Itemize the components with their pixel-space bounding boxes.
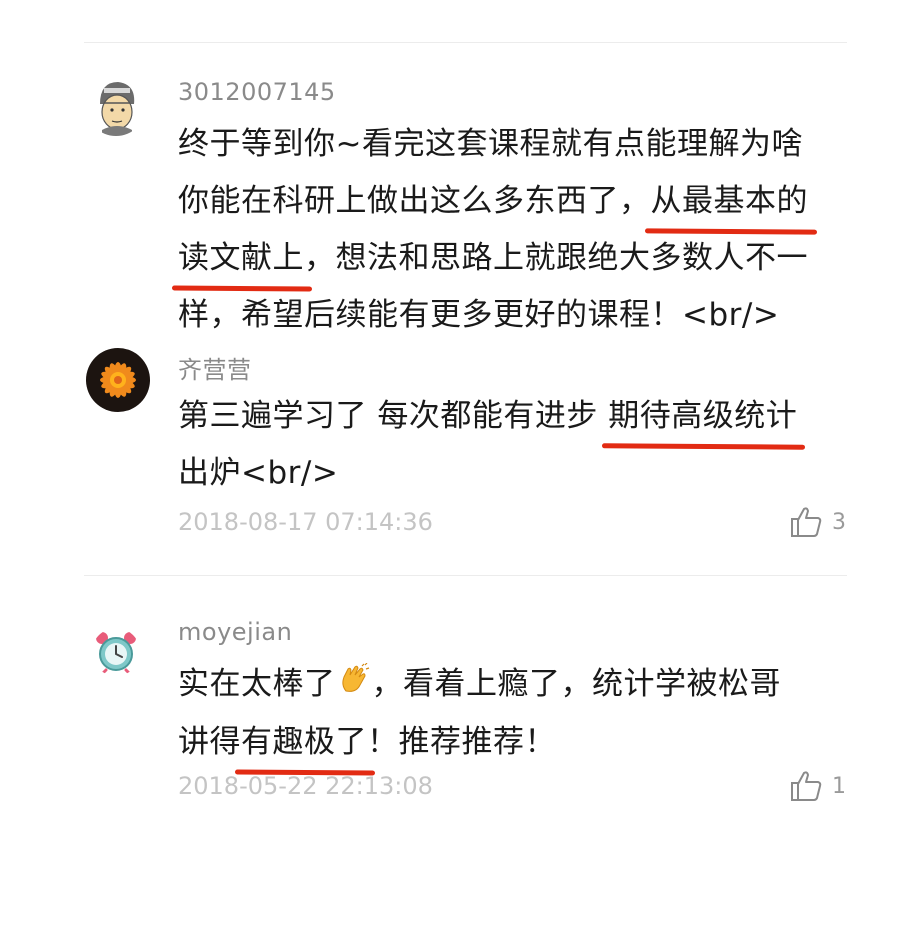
avatar[interactable] — [92, 628, 140, 676]
avatar-alarm-clock-icon — [92, 628, 140, 676]
clapping-hands-icon — [338, 657, 370, 714]
like-count: 3 — [832, 509, 846, 535]
underline-highlight: 有趣极了 — [241, 714, 367, 771]
timestamp: 2018-05-22 22:13:08 — [178, 772, 433, 800]
comment-divider — [84, 575, 847, 576]
thumbs-up-icon — [791, 507, 822, 537]
avatar-sunflower-icon — [86, 348, 150, 412]
username[interactable]: 齐营营 — [178, 350, 252, 385]
avatar[interactable] — [86, 76, 146, 136]
timestamp: 2018-08-17 07:14:36 — [178, 508, 433, 536]
top-divider — [84, 42, 847, 43]
comment-text: 实在太棒了 ，看着上瘾了，统计学被松哥 讲得有趣极了！推荐推荐！ — [178, 656, 828, 771]
avatar-cartoon-icon — [86, 76, 146, 136]
avatar[interactable] — [86, 348, 150, 412]
comment-text: 第三遍学习了 每次都能有进步 期待高级统计 出炉<br/> — [178, 388, 828, 502]
like-button[interactable]: 3 — [788, 504, 846, 540]
username[interactable]: moyejian — [178, 618, 292, 646]
underline-highlight: 读文献上 — [178, 230, 304, 287]
username[interactable]: 3012007145 — [178, 78, 336, 106]
underline-highlight: 期待高级统计 — [608, 388, 797, 445]
thumbs-up-icon — [791, 771, 822, 801]
underline-highlight: 从最基本的 — [651, 173, 809, 230]
like-count: 1 — [832, 773, 846, 799]
like-button[interactable]: 1 — [788, 768, 846, 804]
comment-text: 终于等到你~看完这套课程就有点能理解为啥 你能在科研上做出这么多东西了，从最基本… — [178, 126, 809, 333]
